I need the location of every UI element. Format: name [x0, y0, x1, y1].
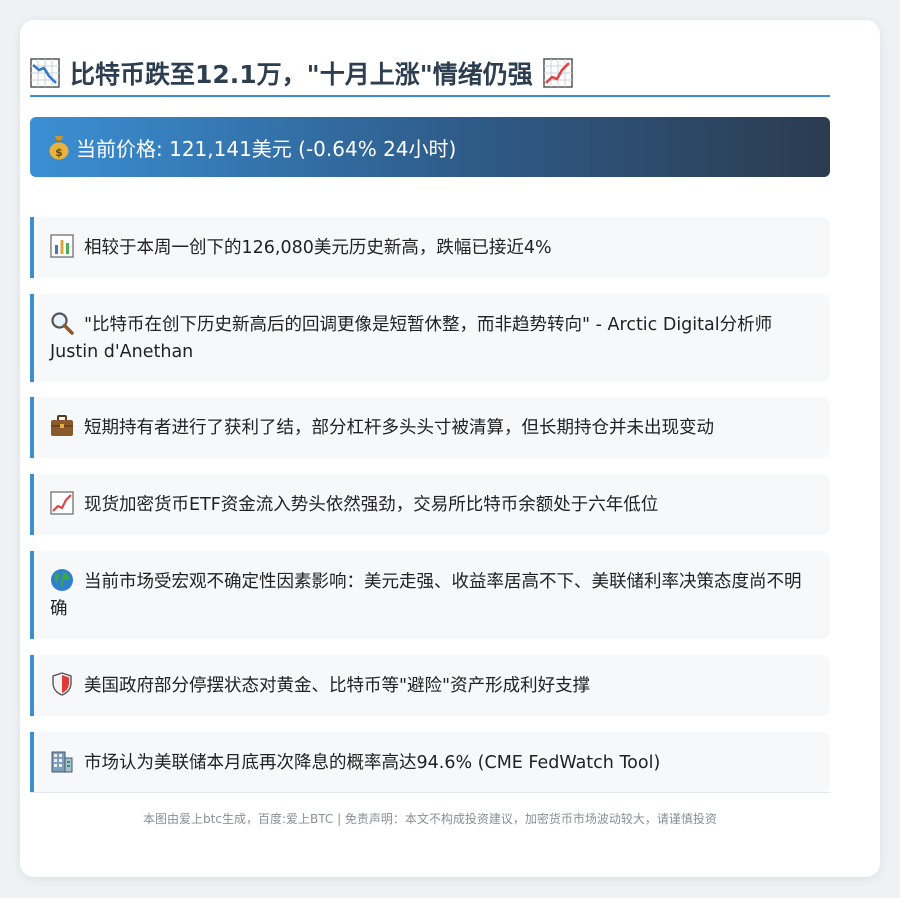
item-text: 市场认为美联储本月底再次降息的概率高达94.6% (CME FedWatch T…	[84, 752, 661, 773]
page-title: 比特币跌至12.1万，"十月上涨"情绪仍强	[70, 60, 533, 89]
title-divider	[30, 95, 830, 97]
globe-icon	[51, 568, 73, 591]
item-text: 现货加密货币ETF资金流入势头依然强劲，交易所比特币余额处于六年低位	[84, 494, 659, 515]
price-banner: $ 当前价格: 121,141美元 (-0.64% 24小时)	[30, 117, 830, 177]
shield-icon	[52, 671, 72, 696]
list-item: 当前市场受宏观不确定性因素影响：美元走强、收益率居高不下、美联储利率决策态度尚不…	[30, 551, 830, 639]
list-item: 现货加密货币ETF资金流入势头依然强劲，交易所比特币余额处于六年低位	[30, 474, 830, 535]
current-price: 当前价格: 121,141美元 (-0.64% 24小时)	[76, 136, 457, 161]
title-row: 比特币跌至12.1万，"十月上涨"情绪仍强	[30, 52, 830, 94]
list-item: 美国政府部分停摆状态对黄金、比特币等"避险"资产形成利好支撑	[30, 655, 830, 716]
chart-decreasing-icon	[30, 58, 60, 88]
svg-text:$: $	[55, 146, 63, 159]
footer-divider	[30, 792, 830, 793]
magnifier-icon	[51, 311, 74, 335]
bank-building-icon	[51, 751, 73, 772]
list-item: "比特币在创下历史新高后的回调更像是短暂休整，而非趋势转向" - Arctic …	[30, 294, 830, 382]
money-bag-icon: $	[49, 136, 69, 160]
chart-increasing-icon	[542, 58, 573, 88]
list-item: 短期持有者进行了获利了结，部分杠杆多头头寸被清算，但长期持仓并未出现变动	[30, 397, 830, 458]
item-text: 美国政府部分停摆状态对黄金、比特币等"避险"资产形成利好支撑	[84, 675, 591, 696]
item-text: 短期持有者进行了获利了结，部分杠杆多头头寸被清算，但长期持仓并未出现变动	[84, 417, 714, 438]
bar-chart-icon	[50, 233, 74, 258]
footer-disclaimer: 本图由爱上btc生成，百度:爱上BTC | 免责声明：本文不构成投资建议，加密货…	[143, 812, 717, 826]
chart-increasing-icon	[50, 490, 74, 515]
briefcase-icon	[51, 414, 73, 436]
list-item: 市场认为美联储本月底再次降息的概率高达94.6% (CME FedWatch T…	[30, 732, 830, 793]
item-text: 当前市场受宏观不确定性因素影响：美元走强、收益率居高不下、美联储利率决策态度尚不…	[50, 571, 802, 619]
item-text: "比特币在创下历史新高后的回调更像是短暂休整，而非趋势转向" - Arctic …	[50, 314, 773, 362]
item-text: 相较于本周一创下的126,080美元历史新高，跌幅已接近4%	[84, 237, 552, 258]
list-item: 相较于本周一创下的126,080美元历史新高，跌幅已接近4%	[30, 217, 830, 278]
